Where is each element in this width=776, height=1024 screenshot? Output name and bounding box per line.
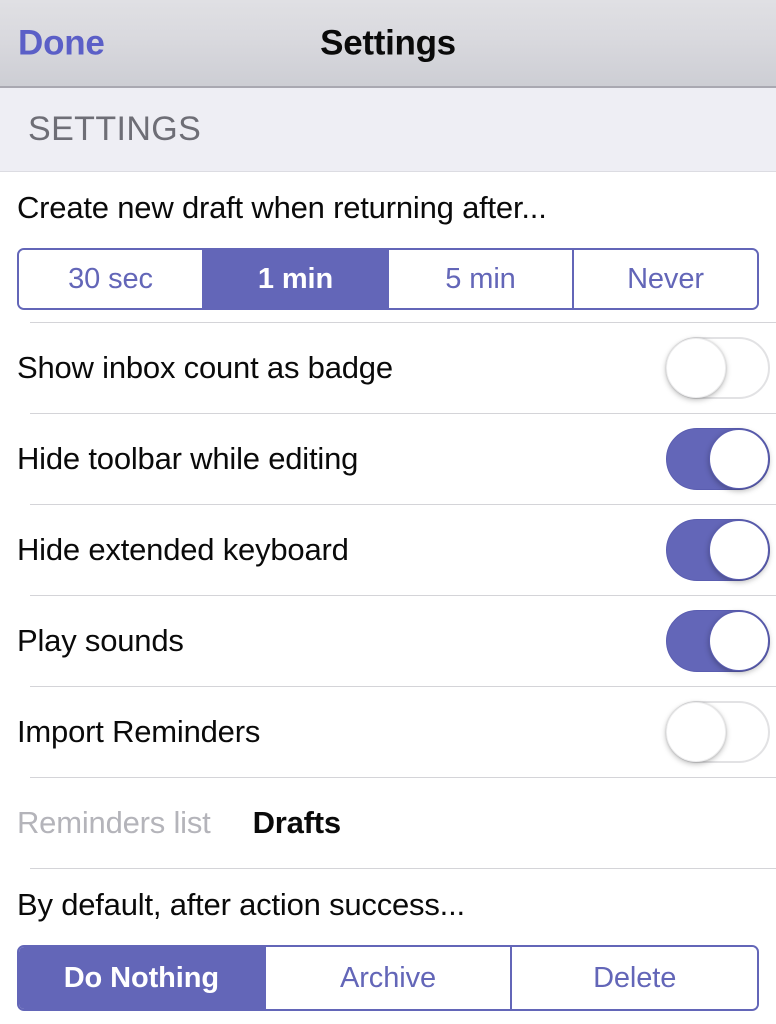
row-label: Play sounds: [17, 622, 184, 658]
segment-30-sec[interactable]: 30 sec: [19, 250, 204, 308]
toggle-show-inbox-count[interactable]: [666, 336, 770, 399]
row-separator: [30, 595, 776, 596]
segment-1-min[interactable]: 1 min: [204, 250, 389, 308]
action-success-control-wrap: Do Nothing Archive Delete: [0, 941, 776, 1011]
row-label: Hide extended keyboard: [17, 531, 349, 567]
action-success-prompt-row: By default, after action success...: [0, 869, 776, 941]
row-hide-extended-keyboard[interactable]: Hide extended keyboard: [0, 504, 776, 595]
toggle-import-reminders[interactable]: [666, 700, 770, 763]
navigation-bar: Done Settings: [0, 0, 776, 88]
toggle-knob: [709, 610, 769, 671]
row-hide-toolbar[interactable]: Hide toolbar while editing: [0, 413, 776, 504]
segment-do-nothing[interactable]: Do Nothing: [19, 947, 266, 1009]
toggle-hide-toolbar[interactable]: [666, 427, 770, 490]
page-title: Settings: [320, 23, 456, 63]
draft-timeout-prompt-row: Create new draft when returning after...: [0, 172, 776, 244]
row-reminders-list[interactable]: Reminders list Drafts: [0, 777, 776, 868]
row-separator: [30, 322, 776, 323]
toggle-knob: [709, 428, 769, 489]
segment-never[interactable]: Never: [574, 250, 757, 308]
settings-screen: Done Settings SETTINGS Create new draft …: [0, 0, 776, 1024]
segment-delete[interactable]: Delete: [512, 947, 757, 1009]
row-separator: [30, 686, 776, 687]
action-success-prompt: By default, after action success...: [17, 887, 465, 922]
row-label: Hide toolbar while editing: [17, 440, 359, 476]
reminders-list-value: Drafts: [252, 804, 342, 840]
segment-5-min[interactable]: 5 min: [389, 250, 574, 308]
toggle-knob: [666, 337, 726, 398]
row-separator: [30, 413, 776, 414]
toggle-play-sounds[interactable]: [666, 609, 770, 672]
draft-timeout-control-wrap: 30 sec 1 min 5 min Never: [0, 244, 776, 310]
row-import-reminders[interactable]: Import Reminders: [0, 686, 776, 777]
row-separator: [30, 777, 776, 778]
row-label: Show inbox count as badge: [17, 349, 393, 385]
settings-toggle-list: Show inbox count as badge Hide toolbar w…: [0, 322, 776, 868]
draft-timeout-prompt: Create new draft when returning after...: [17, 190, 547, 225]
row-separator: [30, 504, 776, 505]
row-label: Import Reminders: [17, 713, 261, 749]
segment-archive[interactable]: Archive: [265, 947, 513, 1009]
draft-timeout-segmented-control[interactable]: 30 sec 1 min 5 min Never: [17, 248, 759, 310]
toggle-knob: [709, 519, 769, 580]
reminders-list-label: Reminders list: [17, 804, 211, 840]
spacer: [0, 310, 776, 322]
row-show-inbox-count[interactable]: Show inbox count as badge: [0, 322, 776, 413]
section-header-settings: SETTINGS: [0, 88, 776, 172]
toggle-hide-extended-keyboard[interactable]: [666, 518, 770, 581]
row-play-sounds[interactable]: Play sounds: [0, 595, 776, 686]
section-header-label: SETTINGS: [28, 110, 202, 148]
action-success-segmented-control[interactable]: Do Nothing Archive Delete: [17, 945, 759, 1011]
toggle-knob: [666, 701, 726, 762]
